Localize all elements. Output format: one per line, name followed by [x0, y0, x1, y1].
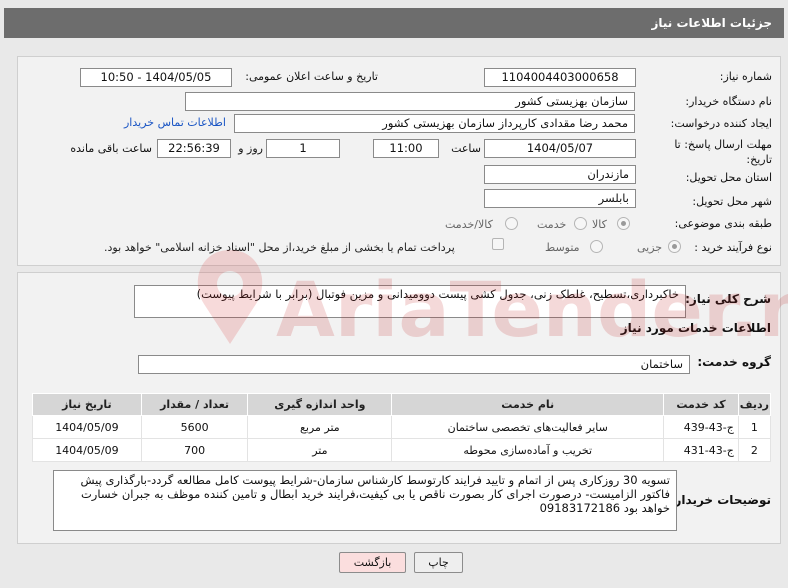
service-qty: 5600 [140, 415, 249, 439]
deadline-date-field: 1404/05/07 [484, 139, 636, 158]
need-info-panel [17, 56, 781, 266]
buyer-org-field: سازمان بهزیستی کشور [185, 92, 635, 111]
remaining-time-field: 22:56:39 [157, 139, 231, 158]
service-date: 1404/05/09 [32, 438, 142, 462]
process-label: نوع فرآیند خرید : [694, 241, 772, 254]
announce-label: تاریخ و ساعت اعلان عمومی: [245, 70, 378, 83]
category-goods-radio[interactable] [617, 217, 630, 230]
remaining-time-label: ساعت باقی مانده [70, 142, 152, 155]
process-medium-label: متوسط [545, 241, 580, 254]
process-minor-radio[interactable] [668, 240, 681, 253]
announce-field: 1404/05/05 - 10:50 [80, 68, 232, 87]
need-number-label: شماره نیاز: [719, 70, 772, 83]
category-goods-service-label: کالا/خدمت [445, 218, 493, 231]
buyer-notes-field: تسویه 30 روزکاری پس از اتمام و تایید فرا… [53, 470, 677, 531]
treasury-payment-checkbox[interactable] [492, 238, 504, 250]
page-title: جزئیات اطلاعات نیاز [651, 16, 772, 30]
col-code: کد خدمت [663, 393, 739, 416]
print-button[interactable]: چاپ [414, 552, 463, 573]
service-name: سایر فعالیت‌های تخصصی ساختمان [391, 415, 665, 439]
category-goods-service-radio[interactable] [505, 217, 518, 230]
services-table: ردیف کد خدمت نام خدمت واحد اندازه گیری ت… [32, 393, 772, 462]
row-number: 1 [737, 415, 772, 439]
category-service-radio[interactable] [574, 217, 587, 230]
deadline-time-label: ساعت [451, 142, 481, 155]
col-qty: تعداد / مقدار [140, 393, 249, 416]
category-label: طبقه بندی موضوعی: [674, 217, 772, 230]
buyer-notes-label: توضیحات خریدار: [669, 493, 771, 507]
service-date: 1404/05/09 [32, 415, 142, 439]
province-field: مازندران [484, 165, 636, 184]
table-row: 1 ج-43-439 سایر فعالیت‌های تخصصی ساختمان… [32, 415, 772, 439]
deadline-time-field: 11:00 [373, 139, 439, 158]
col-date: تاریخ نیاز [32, 393, 142, 416]
process-medium-radio[interactable] [590, 240, 603, 253]
row-number: 2 [737, 438, 772, 462]
remaining-days-label: روز و [238, 142, 263, 155]
service-qty: 700 [140, 438, 249, 462]
service-unit: متر [247, 438, 393, 462]
services-section-title: اطلاعات خدمات مورد نیاز [620, 321, 771, 335]
table-row: 2 ج-43-431 تخریب و آماده‌سازی محوطه متر … [32, 438, 772, 462]
service-group-field: ساختمان [138, 355, 690, 374]
description-label: شرح کلی نیاز: [685, 292, 771, 306]
service-unit: متر مربع [247, 415, 393, 439]
col-name: نام خدمت [391, 393, 665, 416]
description-field: خاکبرداری،تسطیح، غلطک زنی، جدول کشی پیست… [134, 285, 686, 318]
service-code: ج-43-431 [663, 438, 739, 462]
service-group-label: گروه خدمت: [697, 355, 771, 369]
process-minor-label: جزیی [637, 241, 663, 254]
buyer-org-label: نام دستگاه خریدار: [685, 95, 772, 108]
page-header: جزئیات اطلاعات نیاز [4, 8, 784, 38]
treasury-payment-note: پرداخت تمام یا بخشی از مبلغ خرید،از محل … [104, 241, 455, 254]
province-label: استان محل تحویل: [685, 171, 772, 184]
service-name: تخریب و آماده‌سازی محوطه [391, 438, 665, 462]
service-code: ج-43-439 [663, 415, 739, 439]
need-number-field: 1104004403000658 [484, 68, 636, 87]
services-table-header: ردیف کد خدمت نام خدمت واحد اندازه گیری ت… [32, 393, 772, 416]
requester-label: ایجاد کننده درخواست: [670, 117, 772, 130]
deadline-label: مهلت ارسال پاسخ: تا تاریخ: [674, 138, 772, 166]
remaining-days-field: 1 [266, 139, 340, 158]
city-label: شهر محل تحویل: [692, 195, 772, 208]
back-button[interactable]: بازگشت [339, 552, 406, 573]
col-unit: واحد اندازه گیری [247, 393, 393, 416]
requester-field: محمد رضا مقدادی کارپرداز سازمان بهزیستی … [234, 114, 635, 133]
category-goods-label: کالا [592, 218, 607, 231]
buyer-contact-link[interactable]: اطلاعات تماس خریدار [124, 116, 226, 129]
city-field: بابلسر [484, 189, 636, 208]
category-service-label: خدمت [537, 218, 567, 231]
col-row: ردیف [737, 393, 772, 416]
